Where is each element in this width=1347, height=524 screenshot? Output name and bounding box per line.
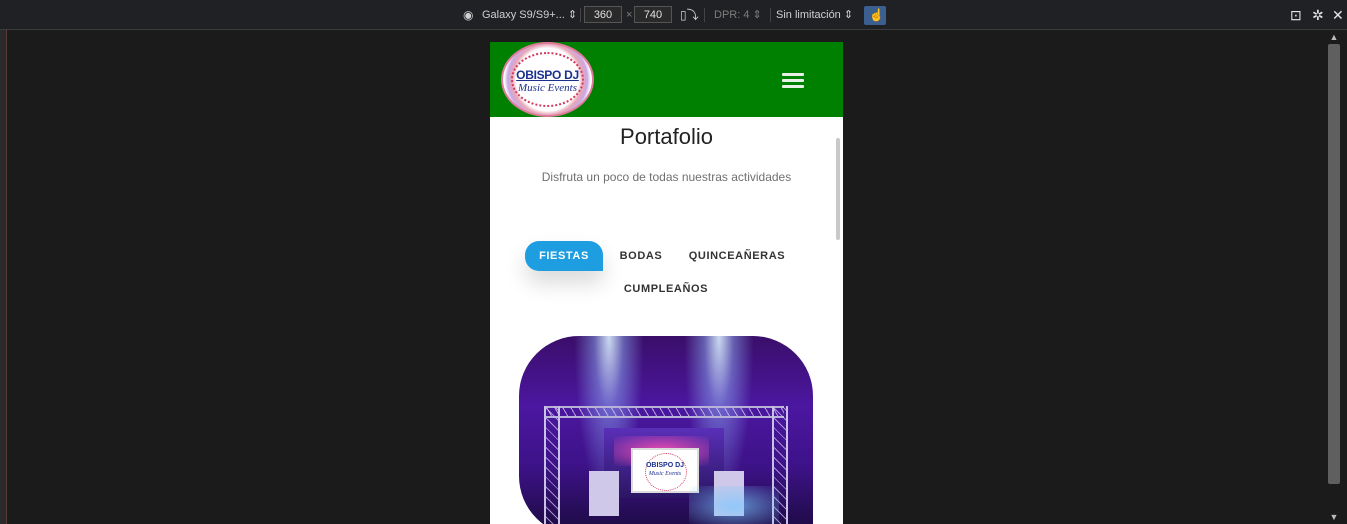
device-viewport: OBISPO DJ Music Events Portafolio Disfru… (490, 42, 843, 524)
close-icon[interactable]: ✕ (1332, 8, 1344, 22)
scroll-up-icon[interactable]: ▲ (1326, 30, 1342, 44)
chrome-icon: ◉ (463, 8, 474, 22)
touch-icon: ☝ (869, 8, 884, 22)
logo-title: OBISPO DJ (516, 68, 579, 82)
touch-toggle-button[interactable]: ☝ (864, 6, 886, 25)
portfolio-photo[interactable]: OBISPO DJ Music Events (519, 336, 813, 524)
device-select[interactable]: Galaxy S9/S9+... ⇕ (482, 8, 577, 22)
height-input[interactable]: 740 (634, 6, 672, 23)
device-name: Galaxy S9/S9+... (482, 9, 565, 21)
site-header: OBISPO DJ Music Events (490, 42, 843, 117)
rotate-icon[interactable]: ▯⤵ (680, 8, 699, 22)
device-toolbar: ◉ Galaxy S9/S9+... ⇕ 360 × 740 ▯⤵ DPR: 4… (0, 0, 1347, 30)
stage-fog (689, 486, 779, 524)
resize-handle[interactable] (0, 30, 7, 524)
tab-bodas[interactable]: BODAS (610, 241, 672, 271)
width-input[interactable]: 360 (584, 6, 622, 23)
stage-truss-leg (544, 406, 560, 524)
screenshot-icon[interactable]: ⊡ (1290, 8, 1302, 22)
page-subtitle: Disfruta un poco de todas nuestras activ… (541, 170, 792, 184)
banner-title: OBISPO DJ (645, 462, 685, 469)
dpr-select[interactable]: DPR: 4 ⇕ (714, 8, 762, 22)
page-scrollbar[interactable] (836, 138, 840, 240)
page-title: Portafolio (620, 124, 713, 149)
dpr-value: DPR: 4 (714, 9, 750, 21)
tab-cumpleanos[interactable]: CUMPLEAÑOS (610, 274, 722, 304)
speaker (589, 471, 619, 516)
stage-truss (544, 406, 784, 418)
viewport-scrollbar[interactable]: ▲ ▼ (1326, 30, 1342, 524)
settings-icon[interactable]: ✲ (1312, 8, 1324, 22)
menu-icon[interactable] (782, 73, 804, 88)
divider (704, 8, 705, 22)
tab-fiestas[interactable]: FIESTAS (525, 241, 603, 271)
divider (770, 8, 771, 22)
scroll-down-icon[interactable]: ▼ (1326, 510, 1342, 524)
tab-quinceaneras[interactable]: QUINCEAÑERAS (676, 241, 798, 271)
logo[interactable]: OBISPO DJ Music Events (501, 42, 594, 117)
divider (580, 8, 581, 22)
throttle-select[interactable]: Sin limitación ⇕ (776, 8, 853, 22)
times-sign: × (626, 9, 633, 21)
scrollbar-thumb[interactable] (1328, 44, 1340, 484)
banner-subtitle: Music Events (648, 471, 682, 477)
logo-subtitle: Music Events (518, 82, 577, 94)
throttle-value: Sin limitación (776, 9, 841, 21)
